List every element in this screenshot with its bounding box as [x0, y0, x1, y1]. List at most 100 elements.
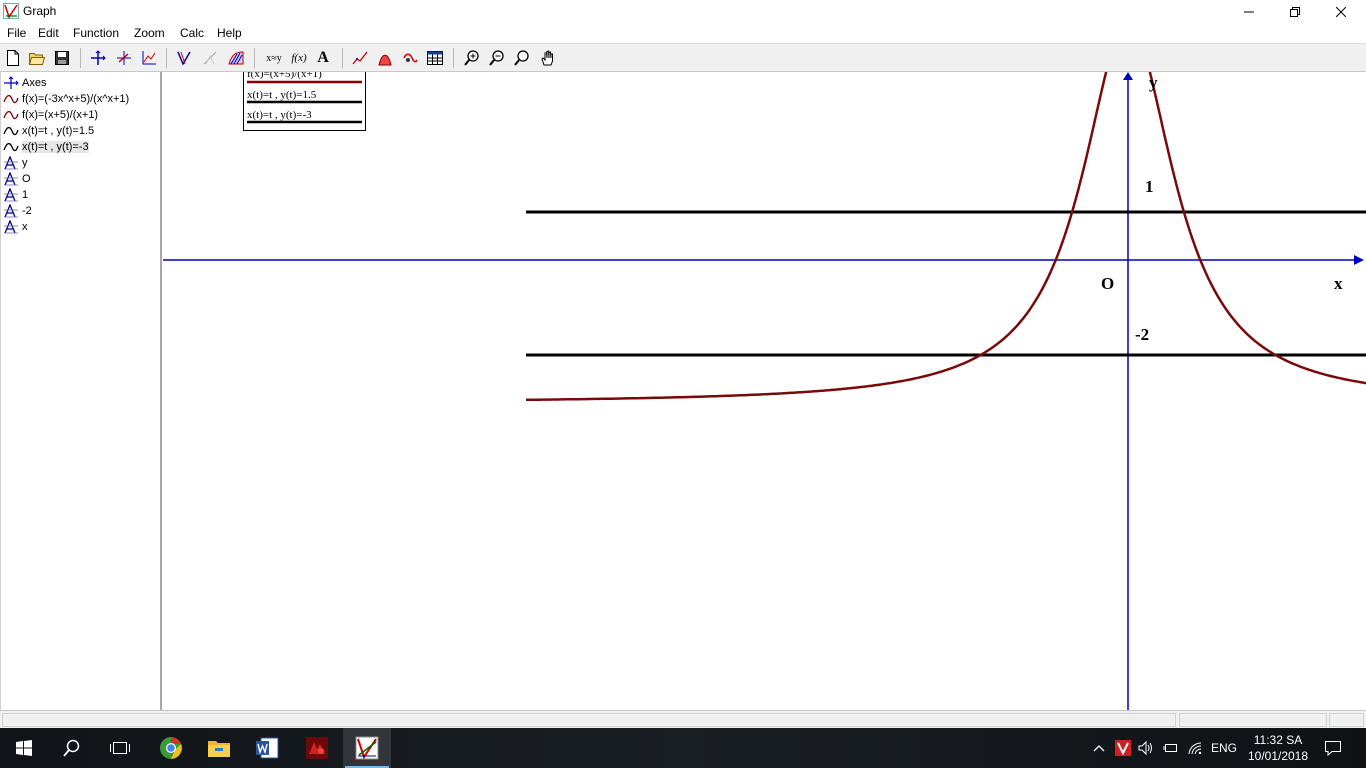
clock[interactable]: 11:32 SA 10/01/2018 — [1243, 732, 1313, 764]
show-hidden-icons-button[interactable] — [1092, 740, 1106, 756]
insert-point-icon — [117, 51, 131, 65]
speaker-icon — [1138, 741, 1152, 755]
toolbar-separator — [80, 48, 81, 68]
axes-icon — [91, 50, 106, 65]
graph-canvas[interactable]: y x O 1 -2 f(x)=(x+5)/(x+1) x(t)=t , y(t… — [163, 72, 1366, 710]
shading-button[interactable] — [375, 48, 395, 68]
file-explorer-icon — [208, 741, 230, 757]
list-item-label: Axes — [22, 77, 47, 89]
zoom-out-button[interactable] — [487, 48, 507, 68]
list-item-label: x — [22, 221, 28, 233]
axes-button[interactable] — [88, 48, 108, 68]
label-origin: O — [1101, 274, 1114, 293]
menu-help[interactable]: Help — [217, 26, 242, 40]
list-item-parametric[interactable]: x(t)=t , y(t)=1.5 — [3, 123, 159, 139]
close-button[interactable] — [1318, 0, 1364, 23]
menu-calc[interactable]: Calc — [180, 26, 204, 40]
list-item-label: x(t)=t , y(t)=-3 — [22, 141, 89, 153]
menu-file[interactable]: File — [7, 26, 26, 40]
insert-shading-button[interactable] — [226, 48, 246, 68]
list-item-label-x[interactable]: x — [3, 219, 159, 235]
game-icon — [306, 737, 328, 759]
legend-item-label: x(t)=t , y(t)=-3 — [247, 109, 312, 121]
insert-series-icon — [142, 51, 156, 65]
notification-icon — [1325, 741, 1341, 756]
label-x: x — [1334, 274, 1343, 293]
list-item-label-minus-2[interactable]: -2 — [3, 203, 159, 219]
close-icon — [1336, 6, 1346, 17]
volume-button[interactable] — [1137, 740, 1155, 756]
antivirus-icon — [1115, 740, 1131, 756]
taskbar-app-game[interactable] — [293, 728, 341, 768]
action-center-button[interactable] — [1322, 740, 1344, 756]
toolbar-separator — [254, 48, 255, 68]
insert-tangent-button[interactable] — [200, 48, 220, 68]
insert-function-button[interactable] — [174, 48, 194, 68]
minimize-button[interactable] — [1226, 0, 1272, 23]
list-item-label: f(x)=(x+5)/(x+1) — [22, 109, 99, 121]
list-item-label-y[interactable]: y — [3, 155, 159, 171]
start-button[interactable] — [0, 728, 48, 768]
insert-shading-icon — [228, 51, 244, 65]
function-curve-icon — [3, 110, 19, 120]
wifi-icon — [1188, 742, 1202, 755]
text-label-button[interactable]: A — [313, 48, 333, 68]
graph-plot[interactable]: y x O 1 -2 f(x)=(x+5)/(x+1) x(t)=t , y(t… — [163, 72, 1366, 710]
list-item-label-1[interactable]: 1 — [3, 187, 159, 203]
list-item-function[interactable]: f(x)=(-3x^x+5)/(x^x+1) — [3, 91, 159, 107]
taskbar-app-file-explorer[interactable] — [195, 728, 243, 768]
label-minus-two: -2 — [1135, 325, 1149, 344]
list-item-label: x(t)=t , y(t)=1.5 — [22, 125, 95, 137]
function-curve-icon — [3, 126, 19, 136]
restore-icon — [1290, 6, 1300, 17]
x-axis-arrow-icon — [1354, 255, 1364, 265]
table-button[interactable] — [425, 48, 445, 68]
input-language-button[interactable]: ENG — [1209, 740, 1239, 756]
table-icon — [427, 51, 443, 65]
toolbar-separator — [453, 48, 454, 68]
taskbar-app-graph[interactable] — [343, 728, 391, 768]
legend[interactable]: f(x)=(x+5)/(x+1) x(t)=t , y(t)=1.5 x(t)=… — [243, 72, 366, 131]
network-button[interactable] — [1186, 740, 1204, 756]
tray-app-icon[interactable] — [1114, 740, 1132, 756]
status-panel — [1179, 713, 1327, 727]
xy-button[interactable]: x≈y — [262, 48, 286, 68]
list-item-label-o[interactable]: O — [3, 171, 159, 187]
battery-button[interactable] — [1161, 740, 1179, 756]
list-item-function[interactable]: f(x)=(x+5)/(x+1) — [3, 107, 159, 123]
insert-point-button[interactable] — [114, 48, 134, 68]
save-button[interactable] — [52, 48, 72, 68]
relation-button[interactable] — [400, 48, 420, 68]
battery-plug-icon — [1163, 744, 1177, 752]
title-bar: Graph — [0, 0, 1366, 23]
zoom-standard-button[interactable] — [512, 48, 532, 68]
chrome-icon — [160, 737, 182, 759]
taskbar-app-word[interactable] — [243, 728, 291, 768]
fx-button[interactable]: f(x) — [289, 48, 309, 68]
graph-app-icon — [355, 736, 379, 760]
pan-button[interactable] — [538, 48, 558, 68]
list-item-axes[interactable]: Axes — [3, 75, 159, 91]
list-item-label: O — [22, 173, 31, 185]
insert-series-button[interactable] — [139, 48, 159, 68]
new-file-icon — [7, 50, 19, 66]
graph-app-window: Graph File Edit Function Zoom Calc Help — [0, 0, 1366, 768]
open-button[interactable] — [27, 48, 47, 68]
zoom-out-icon — [489, 50, 504, 66]
menu-function[interactable]: Function — [73, 26, 119, 40]
list-item-parametric-selected[interactable]: x(t)=t , y(t)=-3 — [3, 139, 159, 155]
task-view-button[interactable] — [96, 728, 144, 768]
toolbar-separator — [166, 48, 167, 68]
trendline-button[interactable] — [350, 48, 370, 68]
insert-tangent-icon — [203, 51, 217, 65]
menu-zoom[interactable]: Zoom — [134, 26, 165, 40]
new-button[interactable] — [3, 48, 23, 68]
zoom-in-button[interactable] — [462, 48, 482, 68]
taskbar-app-chrome[interactable] — [147, 728, 195, 768]
restore-button[interactable] — [1272, 0, 1318, 23]
taskbar: ENG 11:32 SA 10/01/2018 — [0, 728, 1366, 768]
search-button[interactable] — [48, 728, 96, 768]
label-icon — [4, 220, 18, 234]
menu-edit[interactable]: Edit — [38, 26, 59, 40]
list-item-label: f(x)=(-3x^x+5)/(x^x+1) — [22, 93, 130, 105]
